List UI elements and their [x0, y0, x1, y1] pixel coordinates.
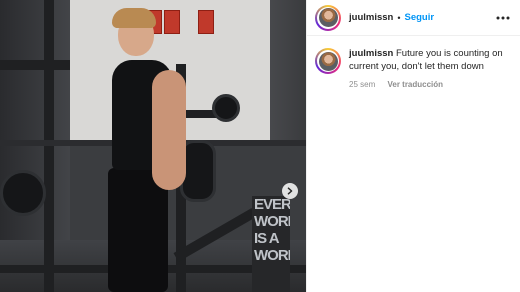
caption-comment: juulmissn Future you is counting on curr… — [307, 36, 520, 92]
more-options-button[interactable] — [496, 16, 510, 20]
separator-dot: • — [397, 12, 401, 23]
caption-meta: 25 sem Ver traducción — [349, 79, 510, 92]
post-photo[interactable]: EVERY WORKOUT IS A WORKOUT — [0, 0, 306, 292]
post-timestamp[interactable]: 25 sem — [349, 80, 375, 89]
avatar-photo — [318, 51, 338, 71]
caption-username[interactable]: juulmissn — [349, 48, 393, 59]
next-photo-button[interactable] — [282, 183, 298, 199]
instagram-post: EVERY WORKOUT IS A WORKOUT juulmissn • S… — [0, 0, 520, 292]
person-arm — [152, 70, 186, 190]
more-horizontal-icon — [496, 16, 510, 19]
username-link[interactable]: juulmissn — [349, 12, 393, 23]
avatar[interactable] — [315, 48, 341, 74]
follow-button[interactable]: Seguir — [405, 12, 435, 23]
weight-plate — [0, 170, 46, 216]
chevron-right-icon — [287, 187, 293, 195]
safety-sign — [164, 10, 180, 34]
weight-plate — [212, 94, 240, 122]
post-sidebar: juulmissn • Seguir juulmissn Future you … — [306, 0, 520, 292]
see-translation-link[interactable]: Ver traducción — [387, 80, 443, 89]
wall-banner-text: EVERY WORKOUT IS A WORKOUT — [252, 196, 290, 292]
safety-sign — [198, 10, 214, 34]
avatar[interactable] — [315, 4, 341, 31]
post-header: juulmissn • Seguir — [307, 0, 520, 36]
avatar-photo — [318, 8, 338, 27]
gym-rack — [44, 0, 54, 292]
person-hair — [112, 8, 156, 28]
gym-rack — [0, 60, 70, 70]
